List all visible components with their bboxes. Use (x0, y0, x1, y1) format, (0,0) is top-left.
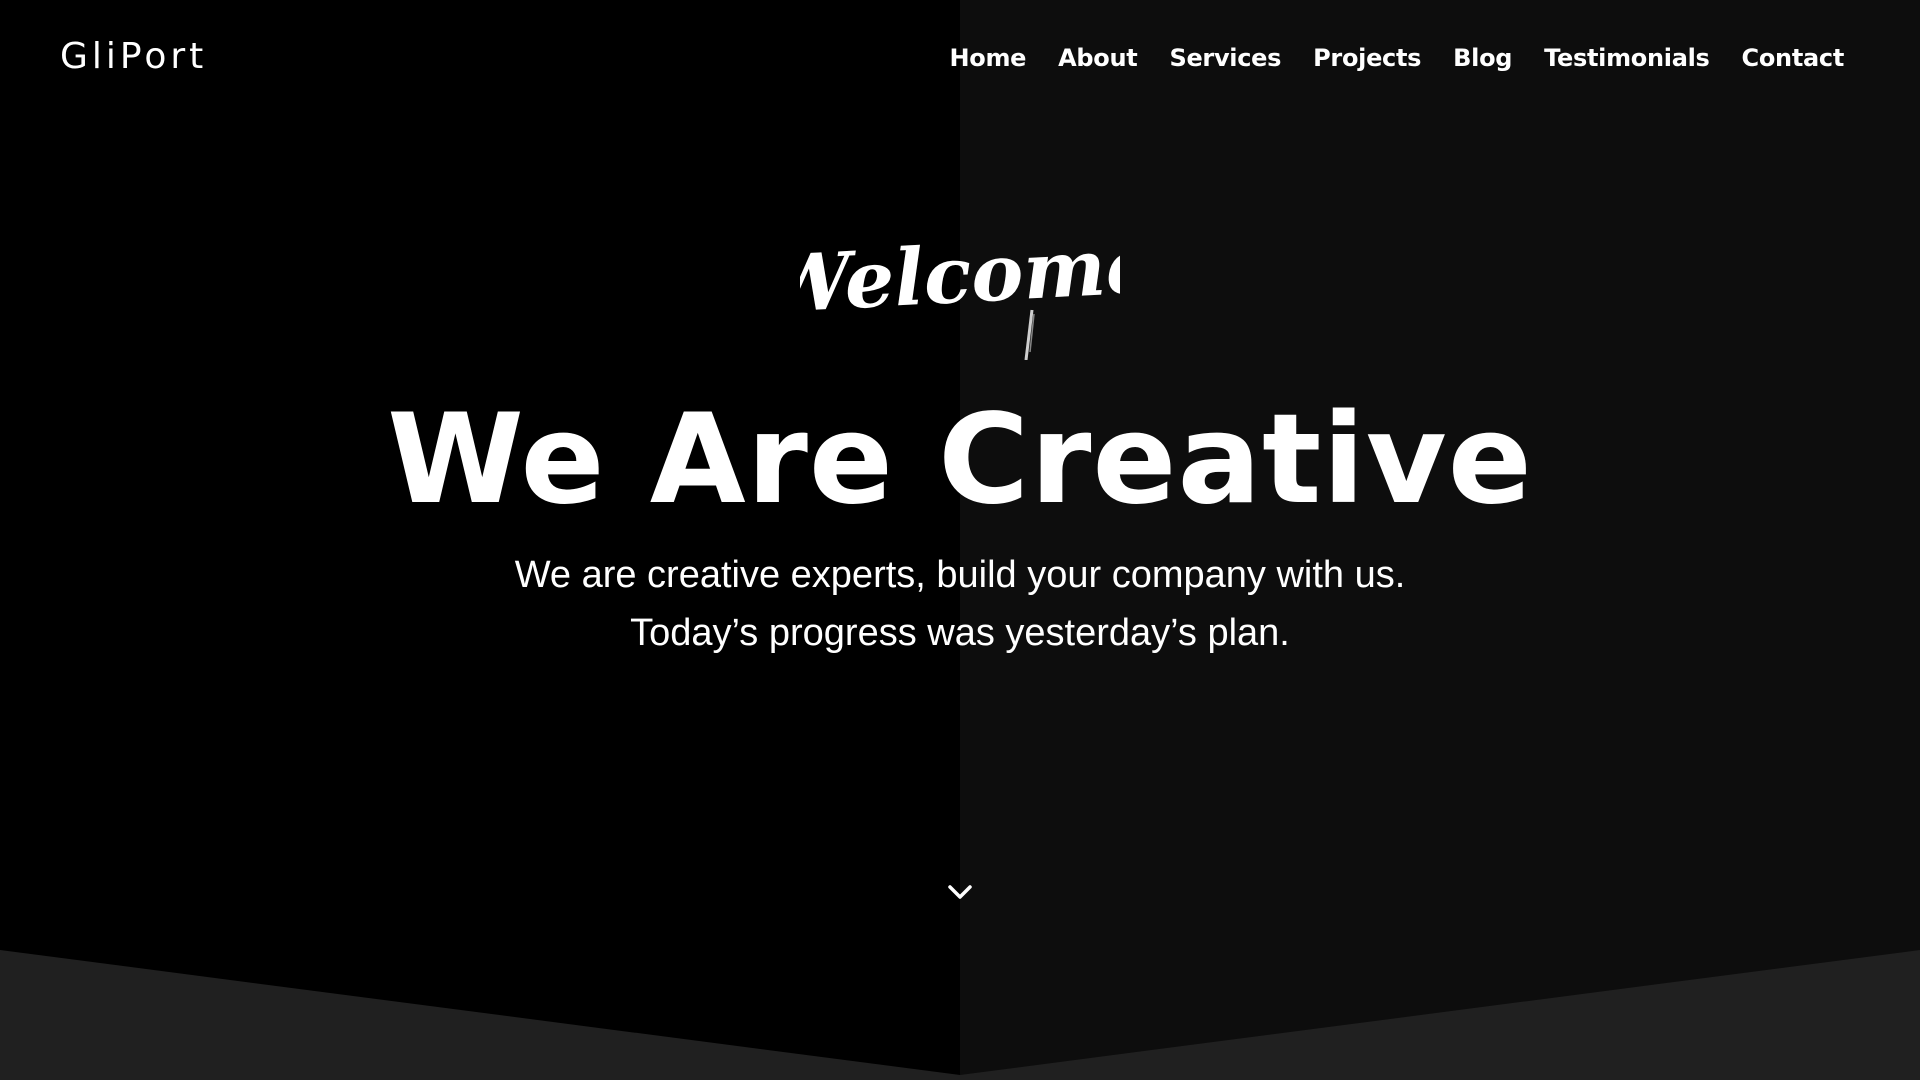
scroll-down-button[interactable] (944, 876, 976, 908)
main-nav: Home About Services Projects Blog Testim… (917, 44, 1844, 72)
nav-item-projects[interactable]: Projects (1313, 44, 1421, 72)
hero-subtitle: We are creative experts, build your comp… (0, 546, 1920, 662)
hero-headline: We Are Creative (387, 388, 1533, 532)
site-header: GliPort Home About Services Projects Blo… (0, 0, 1920, 120)
chevron-down-icon (948, 885, 972, 899)
welcome-script-text: Welcome (800, 220, 1120, 331)
nav-item-home[interactable]: Home (949, 44, 1026, 72)
nav-item-blog[interactable]: Blog (1453, 44, 1512, 72)
nav-item-about[interactable]: About (1058, 44, 1138, 72)
bottom-angled-band (0, 950, 1920, 1080)
nav-item-testimonials[interactable]: Testimonials (1544, 44, 1710, 72)
nav-item-services[interactable]: Services (1169, 44, 1281, 72)
hero-subtitle-line-2: Today’s progress was yesterday’s plan. (630, 612, 1290, 654)
nav-item-contact[interactable]: Contact (1742, 44, 1845, 72)
hero-script-title: Welcome (0, 210, 1920, 365)
brand-logo[interactable]: GliPort (60, 36, 207, 77)
hero-subtitle-line-1: We are creative experts, build your comp… (514, 554, 1406, 596)
